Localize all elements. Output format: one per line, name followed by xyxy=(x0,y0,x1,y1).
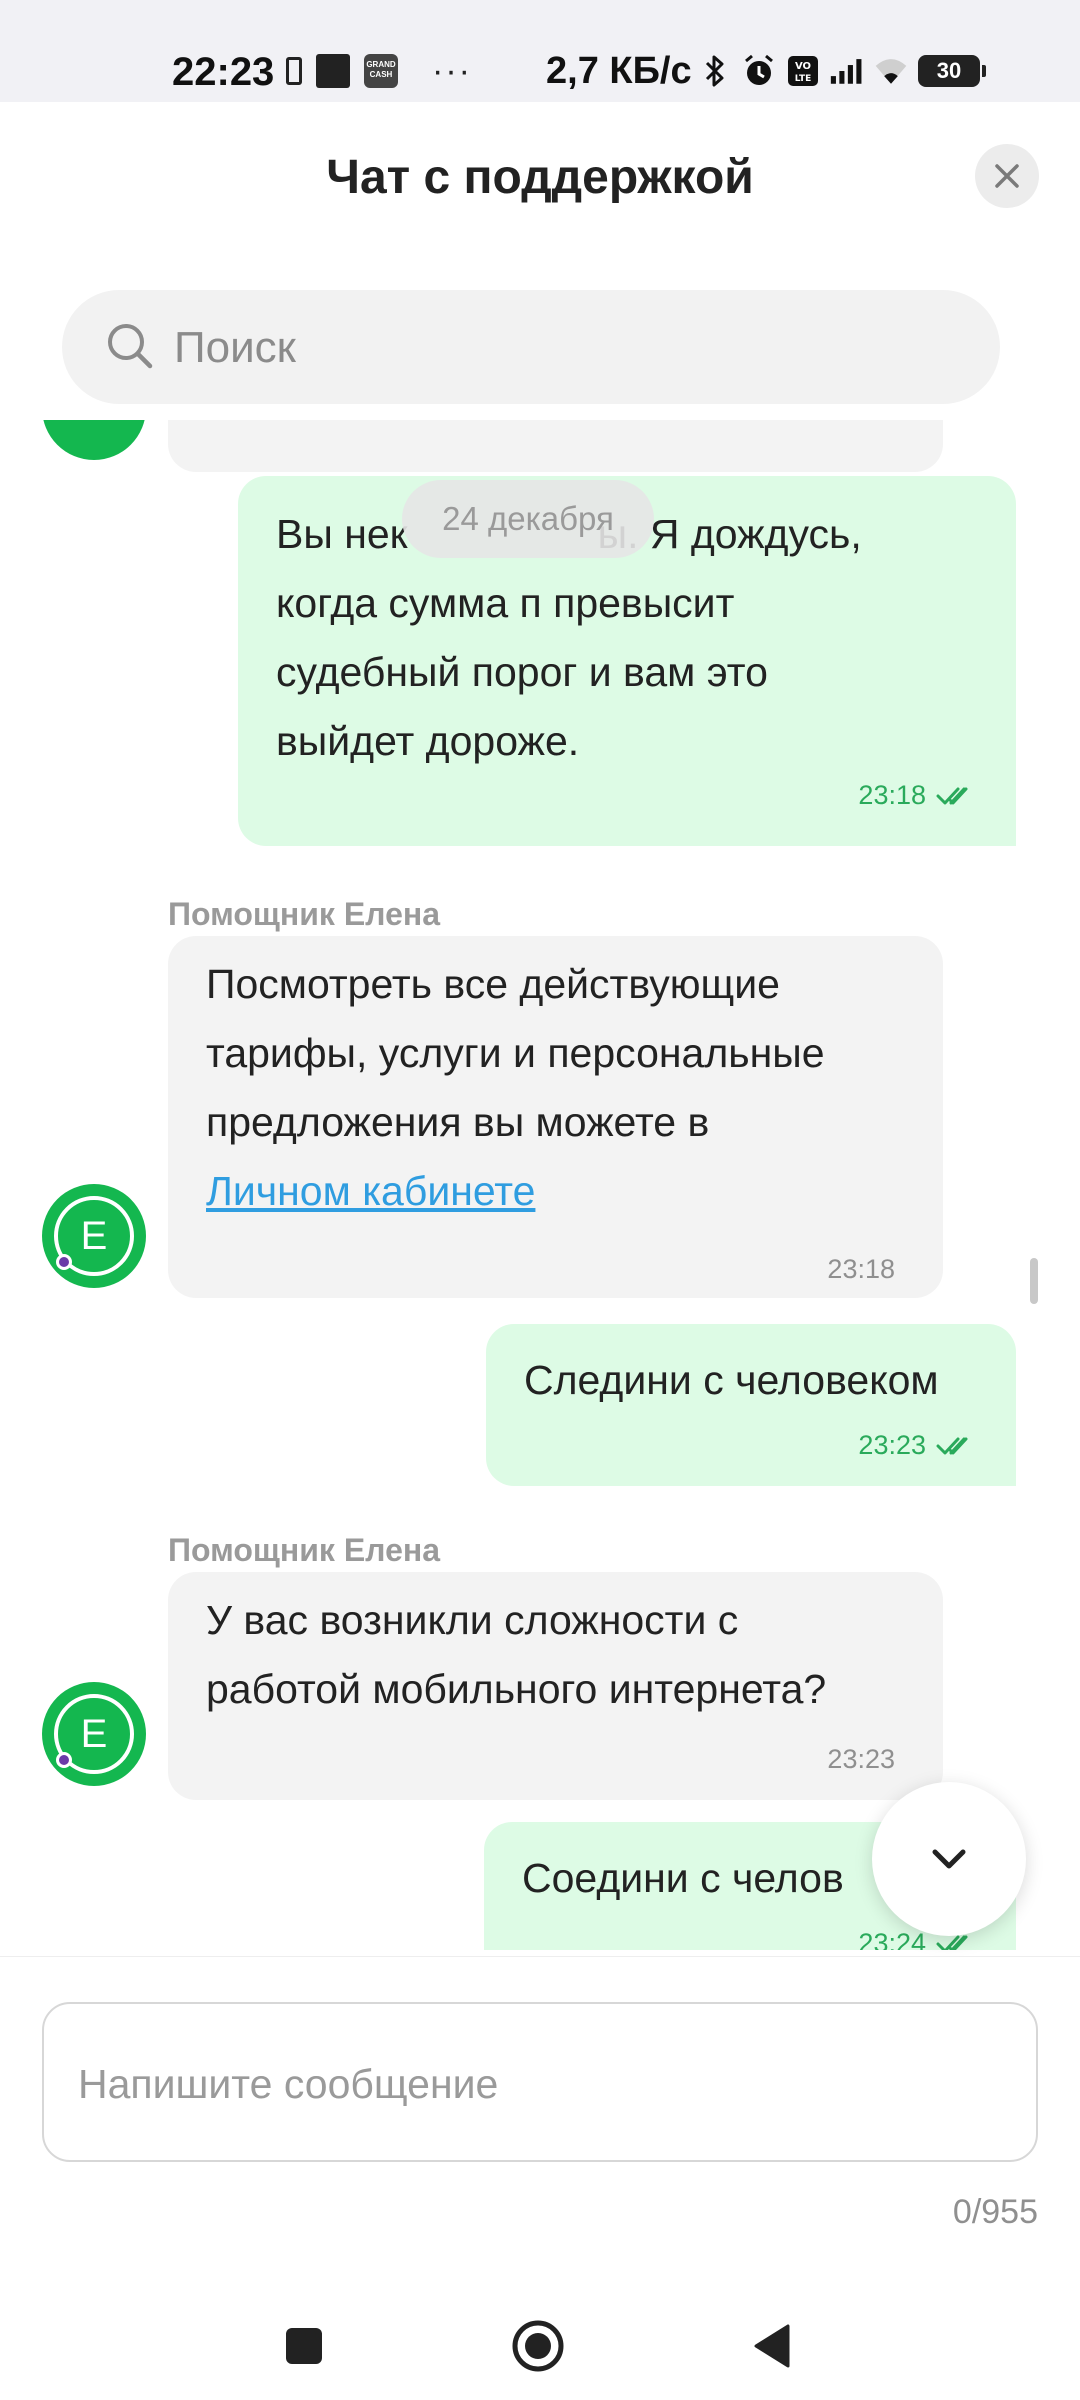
back-button[interactable] xyxy=(742,2316,802,2376)
message-time: 23:24 xyxy=(858,1928,926,1950)
close-button[interactable] xyxy=(975,144,1039,208)
square-icon xyxy=(286,2328,322,2364)
system-navigation-bar xyxy=(0,2286,1080,2400)
date-separator: 24 декабря xyxy=(402,480,654,558)
battery-icon: 30 xyxy=(918,55,986,87)
message-time: 23:18 xyxy=(827,1254,895,1284)
message-meta: 23:23 xyxy=(858,1430,976,1461)
message-line: Вы нек xyxy=(276,511,408,557)
close-icon xyxy=(995,164,1019,188)
avatar: Е xyxy=(42,1682,146,1786)
message-line: выйдет дороже. xyxy=(276,718,580,764)
message-line: Посмотреть все действующие xyxy=(206,961,780,1007)
wifi-icon xyxy=(874,54,908,88)
notification-icons: GRAND CASH ··· xyxy=(286,54,472,88)
message-line: предложения вы можете в xyxy=(206,1099,710,1145)
grand-cash-icon: GRAND CASH xyxy=(364,54,398,88)
message-line: У вас возникли сложности с xyxy=(206,1597,739,1643)
signal-icon xyxy=(830,54,864,88)
system-icons: VO LTE 30 xyxy=(698,54,986,88)
avatar: Е xyxy=(42,1184,146,1288)
search-input[interactable] xyxy=(172,310,956,386)
battery-saver-icon xyxy=(286,57,302,85)
svg-text:VO: VO xyxy=(795,61,811,72)
square-app-icon xyxy=(316,54,350,88)
message-bubble-incoming: У вас возникли сложности с работой мобил… xyxy=(168,1572,943,1800)
message-bubble-partial xyxy=(168,420,943,472)
message-text: У вас возникли сложности с работой мобил… xyxy=(206,1586,926,1724)
message-meta: 23:18 xyxy=(858,780,976,811)
message-time: 23:18 xyxy=(858,780,926,810)
chevron-down-icon xyxy=(932,1849,966,1869)
status-time: 22:23 xyxy=(172,50,275,94)
double-check-icon xyxy=(936,787,968,804)
svg-text:LTE: LTE xyxy=(795,74,812,84)
search-bar[interactable] xyxy=(62,290,1000,404)
message-composer: 0/955 xyxy=(0,1956,1080,2287)
message-field[interactable] xyxy=(42,2002,1038,2162)
scroll-to-bottom-button[interactable] xyxy=(872,1782,1026,1936)
more-notifications-icon: ··· xyxy=(432,52,472,90)
message-bubble-incoming: Посмотреть все действующие тарифы, услуг… xyxy=(168,936,943,1298)
recents-button[interactable] xyxy=(274,2316,334,2376)
message-line: когда сумма п превысит xyxy=(276,580,735,626)
message-text: Посмотреть все действующие тарифы, услуг… xyxy=(206,950,926,1226)
chat-messages[interactable]: Вы нек ы. Я дождусь, когда сумма п превы… xyxy=(0,420,1080,1950)
back-triangle-icon xyxy=(754,2324,790,2368)
network-speed: 2,7 КБ/с xyxy=(546,50,692,92)
message-line: тарифы, услуги и персональные xyxy=(206,1030,825,1076)
home-circle-icon xyxy=(512,2320,564,2372)
message-bubble-outgoing: Следини с человеком 23:23 xyxy=(486,1324,1016,1486)
status-bar: 22:23 GRAND CASH ··· 2,7 КБ/с VO LTE 30 xyxy=(0,0,1080,102)
message-line: работой мобильного интернета? xyxy=(206,1666,827,1712)
home-button[interactable] xyxy=(508,2316,568,2376)
message-time: 23:23 xyxy=(858,1430,926,1460)
volte-icon: VO LTE xyxy=(786,54,820,88)
online-indicator-icon xyxy=(56,1752,72,1768)
sender-name: Помощник Елена xyxy=(168,896,440,932)
scrollbar[interactable] xyxy=(1030,1258,1038,1304)
bluetooth-icon xyxy=(698,54,732,88)
sender-name: Помощник Елена xyxy=(168,1532,440,1568)
personal-account-link[interactable]: Личном кабинете xyxy=(206,1168,535,1214)
avatar-partial xyxy=(42,420,146,460)
online-indicator-icon xyxy=(56,1254,72,1270)
alarm-icon xyxy=(742,54,776,88)
double-check-icon xyxy=(936,1437,968,1454)
page-title: Чат с поддержкой xyxy=(326,151,754,204)
message-text: Следини с человеком xyxy=(524,1357,939,1403)
search-icon xyxy=(108,324,153,369)
message-input[interactable] xyxy=(76,2046,1000,2122)
message-time: 23:23 xyxy=(827,1744,895,1774)
message-line: судебный порог и вам это xyxy=(276,649,768,695)
character-counter: 0/955 xyxy=(952,2193,1038,2231)
message-text: Соедини с челов xyxy=(522,1855,844,1901)
